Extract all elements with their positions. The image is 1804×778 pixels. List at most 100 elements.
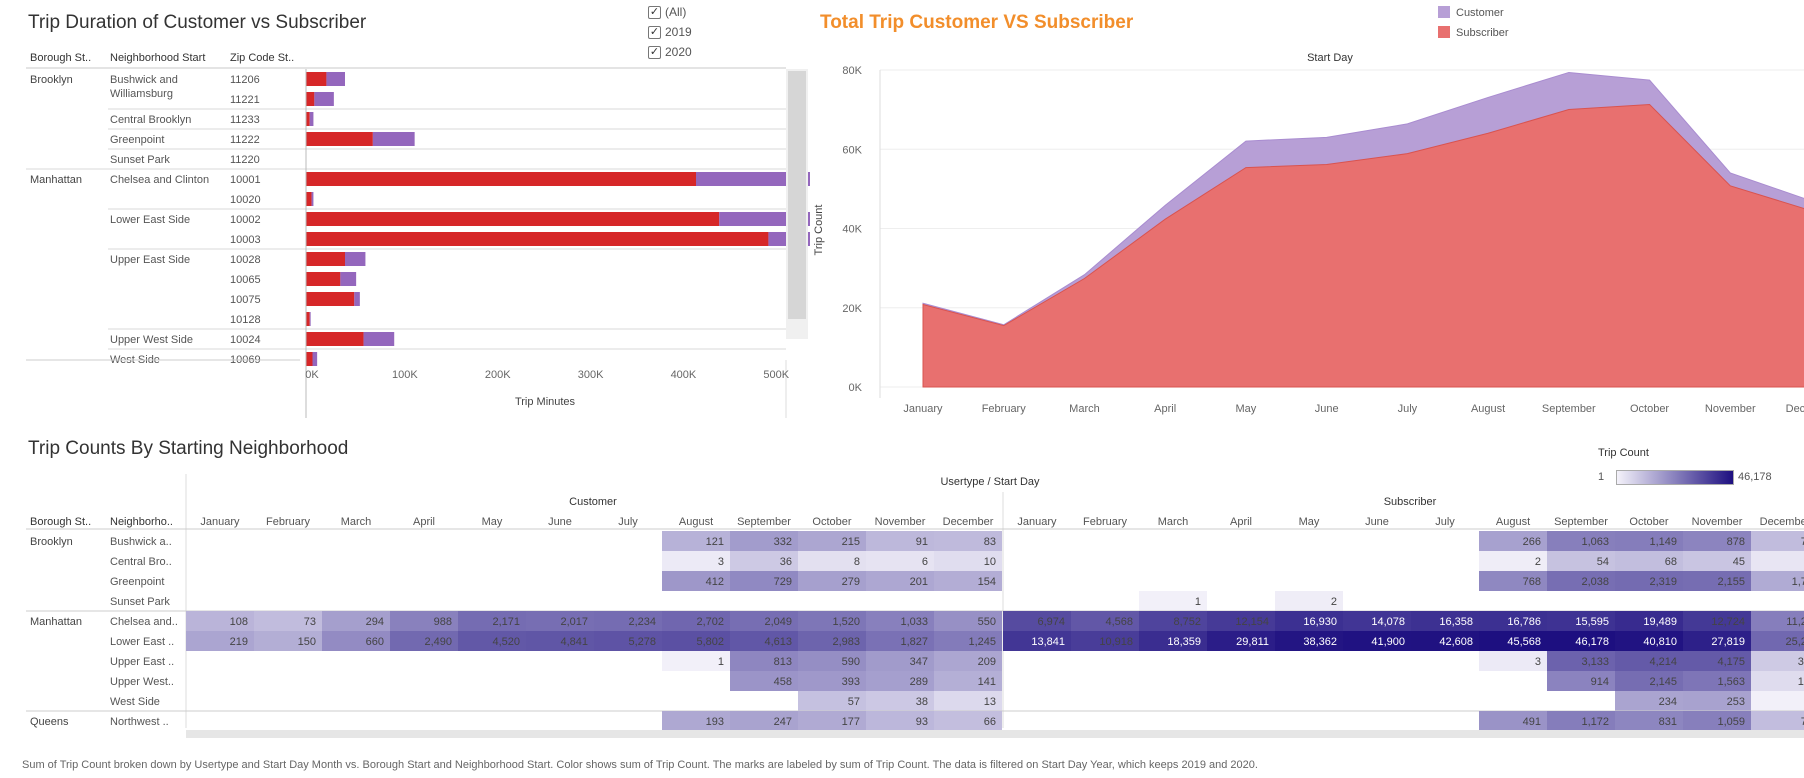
zip-code-label: 11222 [230,134,260,146]
neighborhood-label: Greenpoint [110,134,164,146]
subscriber-cell-label: 4,175 [1717,656,1745,668]
zip-code-label: 11206 [230,74,260,86]
borough-label: Queens [30,716,69,728]
y-tick-label: 0K [849,382,863,394]
footer-caption: Sum of Trip Count broken down by Usertyp… [22,759,1258,771]
subscriber-cell-label: 234 [1659,696,1677,708]
y-tick-label: 20K [842,303,862,315]
right-chart-title: Total Trip Customer VS Subscriber [820,12,1134,33]
customer-cell-label: 2,702 [696,616,724,628]
subscriber-cell-label: 1,059 [1717,716,1745,728]
subscriber-cell [1751,671,1804,691]
legend-swatch [1438,26,1450,38]
subscriber-cell-label: 16,930 [1303,616,1337,628]
subscriber-cell-label: 12,724 [1711,616,1745,628]
customer-cell-label: 215 [842,536,860,548]
customer-cell-label: 141 [978,676,996,688]
month-header: November [875,516,926,528]
subscriber-cell-label: 25,26 [1785,636,1804,648]
customer-cell-label: 2,017 [560,616,588,628]
zip-code-label: 10024 [230,334,261,346]
customer-cell-label: 4,520 [492,636,520,648]
subscriber-bar [306,312,310,326]
subscriber-bar [306,172,696,186]
borough-label: Manhattan [30,616,82,628]
subscriber-cell [1751,551,1804,571]
customer-cell-label: 5,278 [628,636,656,648]
subscriber-cell-label: 4,214 [1649,656,1677,668]
x-tick-label: September [1542,403,1596,415]
month-header: July [618,516,638,528]
customer-cell-label: 1 [718,656,724,668]
customer-cell-label: 91 [916,536,928,548]
subscriber-cell-label: 4,568 [1105,616,1133,628]
x-tick-label: 400K [671,369,697,381]
customer-cell-label: 1,033 [900,616,928,628]
subscriber-cell-label: 253 [1727,696,1745,708]
heatmap-scrollbar [186,730,1804,738]
subscriber-cell-label: 11,22 [1786,616,1804,628]
customer-cell-label: 412 [706,576,724,588]
subscriber-cell-label: 2 [1535,556,1541,568]
neighborhood-label: Chelsea and.. [110,616,178,628]
customer-cell-label: 193 [706,716,724,728]
zip-code-label: 11233 [230,114,260,126]
group-header-customer: Customer [569,496,617,508]
customer-bar [345,252,366,266]
neighborhood-label: Central Bro.. [110,556,172,568]
customer-bar [363,332,395,346]
subscriber-bar [306,352,313,366]
subscriber-bar [306,132,373,146]
month-header: October [1629,516,1668,528]
month-header: August [1496,516,1530,528]
subscriber-cell-label: 16,358 [1439,616,1473,628]
neighborhood-label: Bushwick and [110,74,178,86]
x-tick-label: May [1236,403,1257,415]
month-header: September [1554,516,1608,528]
month-header: June [548,516,572,528]
subscriber-cell-label: 1,172 [1581,716,1609,728]
subscriber-cell-label: 14,078 [1371,616,1405,628]
x-tick-label: 0K [305,369,319,381]
customer-cell-label: 38 [916,696,928,708]
x-tick-label: July [1398,403,1418,415]
x-tick-label: August [1471,403,1505,415]
customer-cell-label: 2,983 [832,636,860,648]
subscriber-cell-label: 38,362 [1303,636,1337,648]
customer-cell-label: 66 [984,716,996,728]
subscriber-cell [1751,531,1804,551]
subscriber-cell [1751,651,1804,671]
customer-cell-label: 393 [842,676,860,688]
customer-cell-label: 550 [978,616,996,628]
subscriber-cell-label: 491 [1523,716,1541,728]
customer-cell-label: 660 [366,636,384,648]
customer-cell-label: 2,234 [628,616,656,628]
row-header-borough: Borough St.. [30,516,91,528]
subscriber-bar [306,212,720,226]
customer-cell-label: 83 [984,536,996,548]
neighborhood-label: Upper East Side [110,254,190,266]
y-tick-label: 80K [842,65,862,77]
month-header: April [1230,516,1252,528]
subscriber-cell-label: 46,178 [1575,636,1609,648]
customer-cell-label: 8 [854,556,860,568]
trip-count-area-chart: Start Day 0K 20K 40K 60K 80K Trip Count January… [813,52,1804,415]
x-tick-label: March [1069,403,1100,415]
heatmap-legend-title: Trip Count [1598,447,1649,459]
neighborhood-label: Lower East .. [110,636,174,648]
dashboard: { "left_chart": { "title": "Trip Duratio… [0,0,1804,778]
customer-bar [309,112,314,126]
borough-label: Brooklyn [30,74,73,86]
customer-cell-label: 108 [230,616,248,628]
neighborhood-label: Upper West Side [110,334,193,346]
customer-cell-label: 988 [434,616,452,628]
y-tick-label: 40K [842,224,862,236]
month-header: December [1760,516,1804,528]
zip-code-label: 10028 [230,254,261,266]
zip-code-label: 10001 [230,174,261,186]
neighborhood-label: Lower East Side [110,214,190,226]
customer-bar [340,272,357,286]
subscriber-cell-label: 18,359 [1167,636,1201,648]
subscriber-cell-label: 16,786 [1507,616,1541,628]
y-axis-title: Trip Count [813,205,825,256]
